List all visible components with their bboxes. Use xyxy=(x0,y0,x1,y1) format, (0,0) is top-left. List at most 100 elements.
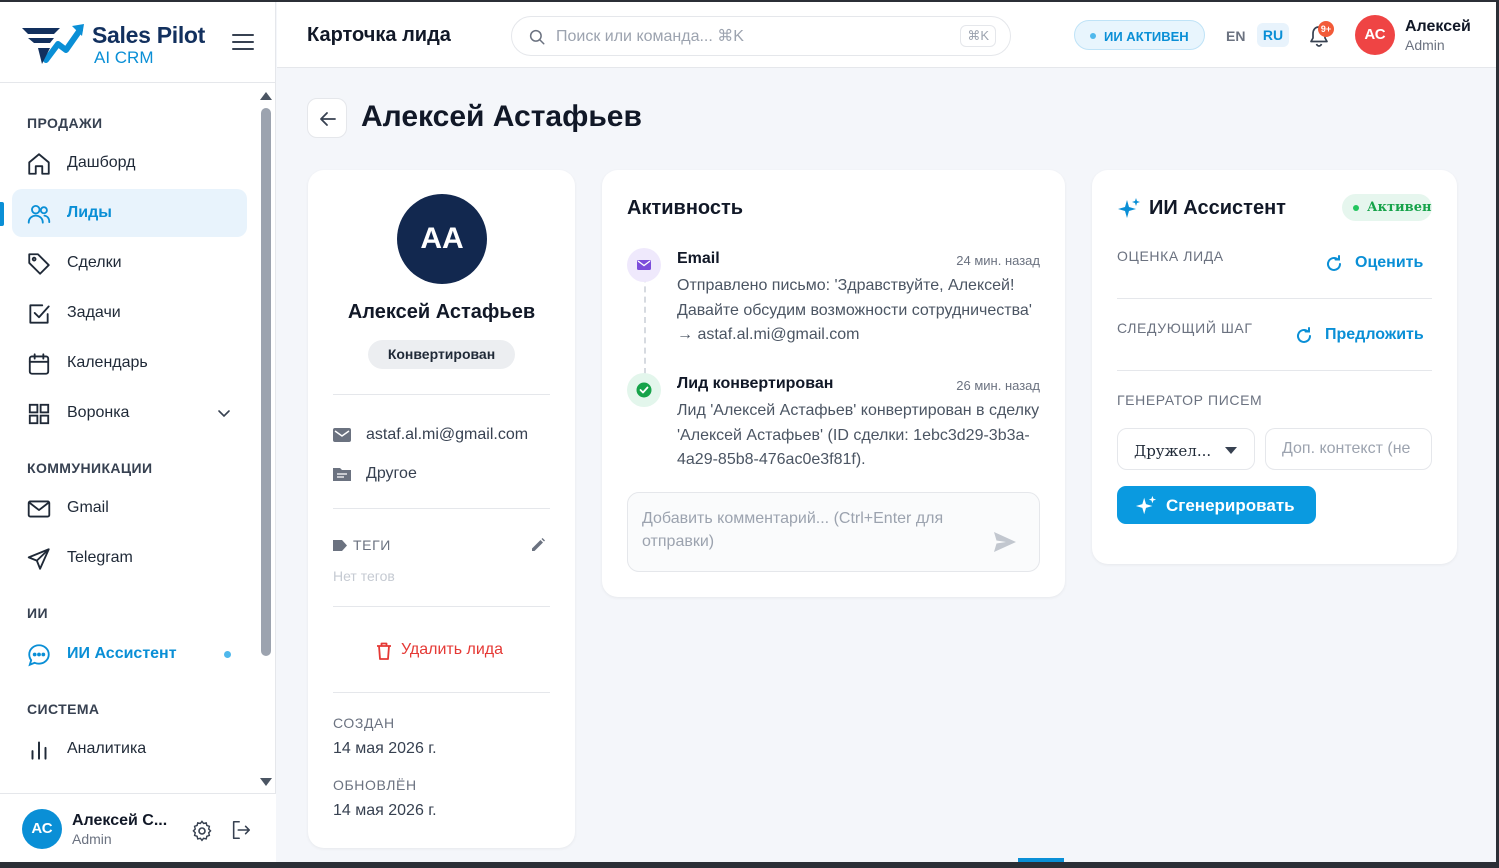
sidebar-item-analytics[interactable]: Аналитика xyxy=(12,725,247,773)
sidebar-user-panel: АС Алексей С... Admin xyxy=(0,793,276,862)
lead-name: Алексей Астафьев xyxy=(347,301,536,323)
sidebar-item-deals[interactable]: Сделки xyxy=(12,239,247,287)
chevron-down-icon[interactable] xyxy=(217,406,231,420)
logout-icon[interactable] xyxy=(230,819,252,841)
divider xyxy=(333,606,550,607)
next-step-label: СЛЕДУЮЩИЙ ШАГ xyxy=(1117,320,1253,336)
back-button[interactable] xyxy=(307,98,347,138)
tag-icon xyxy=(28,253,50,275)
notification-count-badge: 9+ xyxy=(1318,21,1334,37)
topbar: Карточка лида ⌘K ИИ АКТИВЕН EN RU 9+ АС … xyxy=(277,2,1496,68)
bar-chart-icon xyxy=(31,741,47,760)
section-sales: ПРОДАЖИ xyxy=(27,115,103,131)
tag-icon xyxy=(333,540,347,551)
lead-score-label: ОЦЕНКА ЛИДА xyxy=(1117,248,1224,264)
divider xyxy=(333,692,550,693)
context-input[interactable] xyxy=(1265,428,1432,470)
sidebar-item-ai-assistant[interactable]: ИИ Ассистент xyxy=(12,630,247,678)
users-icon xyxy=(27,204,51,224)
no-tags-text: Нет тегов xyxy=(333,568,395,584)
status-dot xyxy=(1090,33,1096,39)
checkbox-icon xyxy=(29,304,50,324)
app-logo[interactable]: Sales Pilot AI CRM xyxy=(20,18,220,70)
tone-select[interactable]: Дружел... xyxy=(1117,428,1255,470)
topbar-user-name: Алексей xyxy=(1405,18,1471,35)
folder-icon xyxy=(333,468,351,481)
window-bottom-border xyxy=(0,862,1499,868)
sidebar-item-funnel[interactable]: Воронка xyxy=(12,389,247,437)
chat-bubble-icon xyxy=(28,644,50,667)
sidebar-item-label: Дашборд xyxy=(67,154,136,171)
lang-en-button[interactable]: EN xyxy=(1226,28,1245,44)
lang-ru-button[interactable]: RU xyxy=(1257,23,1289,47)
sparkles-icon xyxy=(1135,495,1157,515)
sidebar-item-calendar[interactable]: Календарь xyxy=(12,339,247,387)
search-input[interactable] xyxy=(556,26,946,48)
ai-assistant-card: ИИ Ассистент Активен ОЦЕНКА ЛИДА Оценить… xyxy=(1092,170,1457,564)
avatar[interactable]: АС xyxy=(22,809,62,849)
generate-email-label: Сгенерировать xyxy=(1166,496,1295,515)
divider xyxy=(333,394,550,395)
sidebar-item-label: Telegram xyxy=(67,549,133,566)
caret-down-icon xyxy=(1225,447,1237,454)
avatar[interactable]: АС xyxy=(1355,15,1395,55)
comment-box xyxy=(627,492,1040,572)
arrow-left-icon xyxy=(320,112,336,126)
sidebar-item-label: Календарь xyxy=(67,354,148,371)
ai-status-badge[interactable]: ИИ АКТИВЕН xyxy=(1074,20,1205,50)
refresh-icon xyxy=(1327,255,1341,271)
scroll-up-arrow-icon[interactable] xyxy=(260,92,272,100)
active-indicator xyxy=(0,202,4,226)
check-circle-icon xyxy=(636,382,652,398)
lead-email[interactable]: astaf.al.mi@gmail.com xyxy=(366,426,528,444)
sparkles-icon xyxy=(1118,198,1140,218)
gear-icon[interactable] xyxy=(190,819,214,843)
sidebar-item-label: Gmail xyxy=(67,499,109,516)
timeline-connector xyxy=(644,266,646,374)
tags-label-text: ТЕГИ xyxy=(353,537,391,553)
activity-item-time: 26 мин. назад xyxy=(956,378,1040,393)
sidebar-item-tasks[interactable]: Задачи xyxy=(12,289,247,337)
sidebar-item-label: Лиды xyxy=(67,204,112,221)
delete-lead-label: Удалить лида xyxy=(401,641,504,658)
scroll-down-arrow-icon[interactable] xyxy=(260,778,272,786)
lead-avatar: АА xyxy=(397,194,487,284)
scroll-thumb[interactable] xyxy=(261,108,271,656)
sidebar-item-gmail[interactable]: Gmail xyxy=(12,484,247,532)
logo-subtitle: AI CRM xyxy=(94,48,154,67)
sidebar-item-label: ИИ Ассистент xyxy=(67,645,177,662)
menu-toggle-icon[interactable] xyxy=(232,34,254,52)
sidebar-item-telegram[interactable]: Telegram xyxy=(12,534,247,582)
logo-icon xyxy=(22,24,84,64)
sidebar-scrollbar[interactable] xyxy=(260,92,272,792)
topbar-user-role: Admin xyxy=(1405,37,1445,53)
pencil-icon[interactable] xyxy=(530,537,546,553)
generate-email-button[interactable]: Сгенерировать xyxy=(1117,486,1316,524)
search-bar[interactable]: ⌘K xyxy=(511,16,1011,56)
sidebar-item-dashboard[interactable]: Дашборд xyxy=(12,139,247,187)
updated-label: ОБНОВЛЁН xyxy=(333,777,417,793)
sidebar-item-leads[interactable]: Лиды xyxy=(12,189,247,237)
grid-icon xyxy=(28,403,50,425)
lead-email-row: astaf.al.mi@gmail.com xyxy=(333,424,550,448)
lead-profile-card: АА Алексей Астафьев Конвертирован astaf.… xyxy=(308,170,575,848)
send-icon[interactable] xyxy=(993,531,1017,553)
updated-value: 14 мая 2026 г. xyxy=(333,802,437,819)
sidebar-user-role: Admin xyxy=(72,831,112,847)
email-generator-label: ГЕНЕРАТОР ПИСЕМ xyxy=(1117,392,1263,408)
mail-icon xyxy=(637,260,651,270)
sidebar-user-name: Алексей С... xyxy=(72,812,168,829)
score-lead-label: Оценить xyxy=(1355,254,1424,271)
activity-card: Активность Email 24 мин. назад Отправлен… xyxy=(602,170,1065,597)
refresh-icon xyxy=(1297,327,1311,343)
page-title: Карточка лида xyxy=(307,24,451,46)
status-badge: Конвертирован xyxy=(368,340,515,369)
search-icon xyxy=(529,29,545,45)
comment-input[interactable] xyxy=(642,507,982,559)
section-ai: ИИ xyxy=(27,605,48,621)
activity-item-title: Email xyxy=(677,250,720,267)
calendar-icon xyxy=(28,353,50,375)
tags-label: ТЕГИ xyxy=(333,537,391,553)
assistant-status: Активен xyxy=(1367,200,1432,215)
lead-source: Другое xyxy=(366,465,417,482)
